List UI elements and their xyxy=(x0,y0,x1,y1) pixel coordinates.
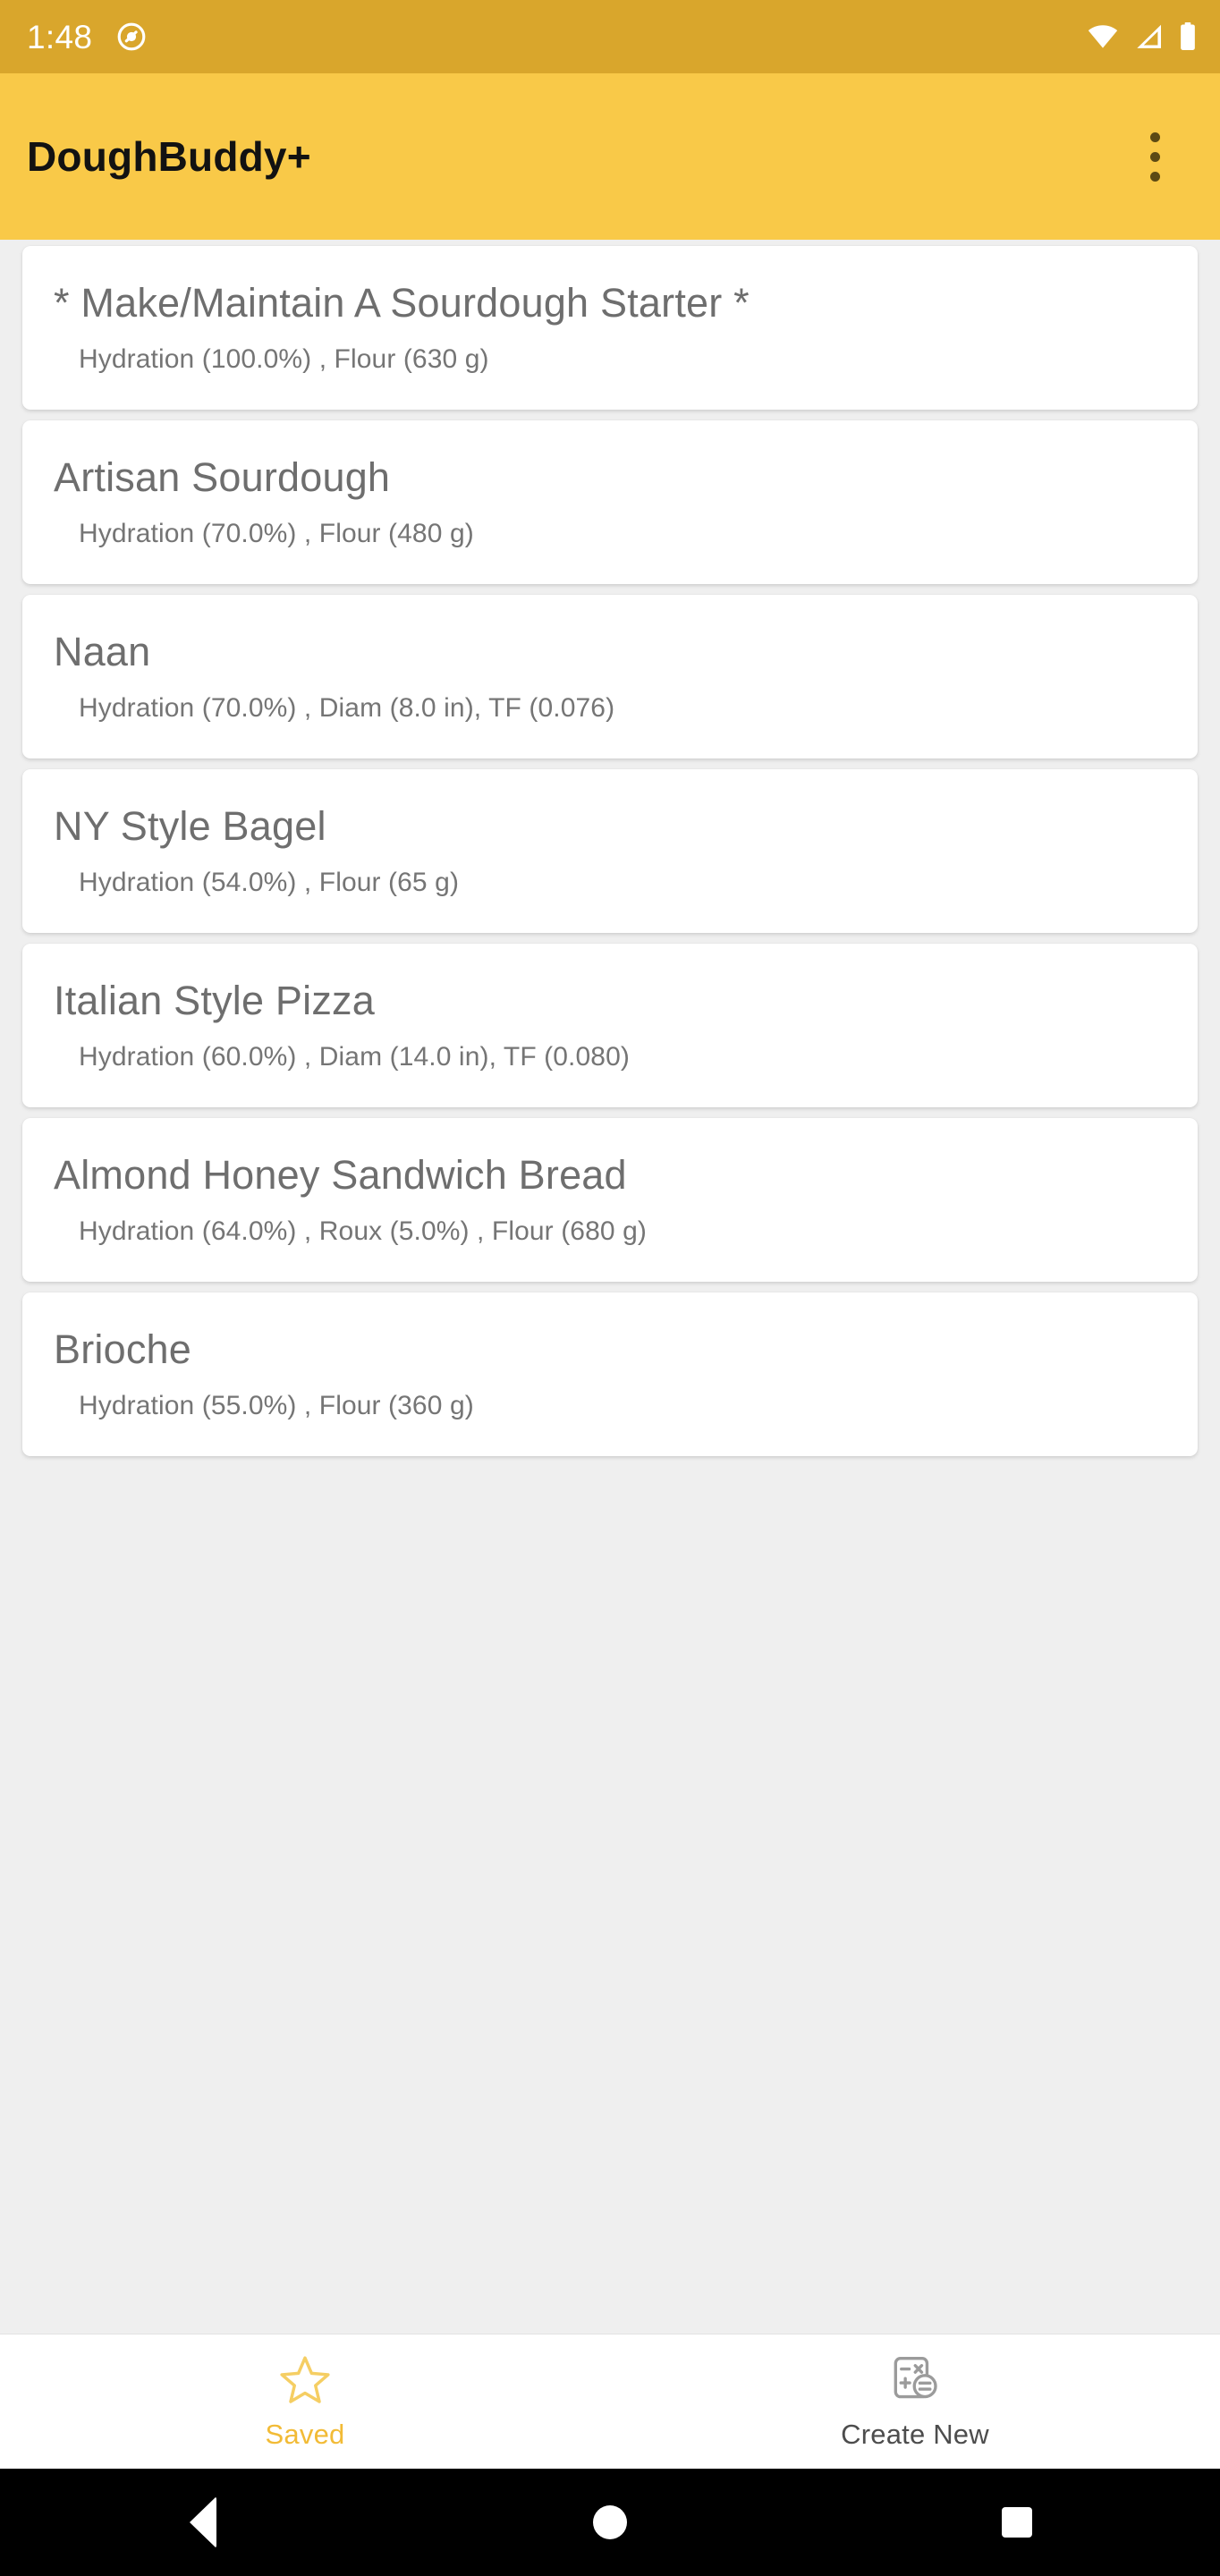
status-bar-clock: 1:48 xyxy=(27,18,93,55)
recipe-card[interactable]: Naan Hydration (70.0%) , Diam (8.0 in), T… xyxy=(22,595,1198,758)
star-outline-icon xyxy=(280,2356,330,2403)
status-bar: 1:48 xyxy=(0,0,1220,73)
recipe-card[interactable]: Almond Honey Sandwich Bread Hydration (64… xyxy=(22,1118,1198,1282)
recipe-card-details: Hydration (54.0%) , Flour (65 g) xyxy=(79,868,460,898)
overflow-menu-button[interactable] xyxy=(1120,122,1190,191)
recipe-card[interactable]: NY Style Bagel Hydration (54.0%) , Flour … xyxy=(22,769,1198,933)
calculator-icon xyxy=(894,2357,937,2399)
status-bar-left: 1:48 xyxy=(27,21,148,54)
recipe-card[interactable]: Brioche Hydration (55.0%) , Flour (360 g) xyxy=(22,1292,1198,1456)
tab-saved-label: Saved xyxy=(265,2419,345,2450)
recipe-card-title: NY Style Bagel xyxy=(54,802,326,849)
recipe-card-title: * Make/Maintain A Sourdough Starter * xyxy=(54,279,750,326)
recipe-card-title: Artisan Sourdough xyxy=(54,453,391,500)
app-root: 1:48 DoughBuddy+ * Make/Maintain A Sourd… xyxy=(0,0,1220,2576)
recipe-card-title: Almond Honey Sandwich Bread xyxy=(54,1151,627,1198)
recipe-card[interactable]: Artisan Sourdough Hydration (70.0%) , Flo… xyxy=(22,420,1198,584)
bottom-navigation: Saved Create New xyxy=(0,2334,1220,2469)
recipe-card-details: Hydration (70.0%) , Diam (8.0 in), TF (0… xyxy=(79,693,615,724)
recipe-card-details: Hydration (55.0%) , Flour (360 g) xyxy=(79,1391,474,1421)
recipe-card-details: Hydration (70.0%) , Flour (480 g) xyxy=(79,519,474,549)
overflow-dot-icon xyxy=(1149,131,1160,142)
tab-create-new[interactable]: Create New xyxy=(610,2334,1220,2469)
recipe-card-details: Hydration (64.0%) , Roux (5.0%) , Flour … xyxy=(79,1216,647,1247)
system-recents-button[interactable] xyxy=(928,2469,1106,2576)
recipe-card-details: Hydration (100.0%) , Flour (630 g) xyxy=(79,344,489,375)
app-bar: DoughBuddy+ xyxy=(0,73,1220,240)
tab-create-new-label: Create New xyxy=(841,2419,989,2450)
page-title: DoughBuddy+ xyxy=(27,133,311,180)
wifi-icon xyxy=(1088,25,1118,48)
overflow-dot-icon xyxy=(1149,151,1160,162)
recipe-card-details: Hydration (60.0%) , Diam (14.0 in), TF (… xyxy=(79,1042,630,1072)
recipe-card-title: Italian Style Pizza xyxy=(54,977,375,1023)
system-navigation-bar xyxy=(0,2469,1220,2576)
tab-saved[interactable]: Saved xyxy=(0,2334,610,2469)
system-home-button[interactable] xyxy=(521,2469,699,2576)
recipe-list[interactable]: * Make/Maintain A Sourdough Starter * Hyd… xyxy=(0,240,1220,2334)
recipe-card[interactable]: Italian Style Pizza Hydration (60.0%) , D… xyxy=(22,944,1198,1107)
recipe-card-title: Brioche xyxy=(54,1326,191,1372)
do-not-disturb-icon xyxy=(117,22,146,51)
recents-square-icon xyxy=(1001,2507,1032,2538)
back-triangle-icon xyxy=(190,2496,217,2548)
system-back-button[interactable] xyxy=(114,2469,292,2576)
home-circle-icon xyxy=(592,2505,627,2539)
status-bar-right xyxy=(1087,22,1197,51)
recipe-card-title: Naan xyxy=(54,628,151,674)
cell-signal-icon xyxy=(1137,24,1161,48)
overflow-dot-icon xyxy=(1149,171,1160,182)
recipe-card[interactable]: * Make/Maintain A Sourdough Starter * Hyd… xyxy=(22,246,1198,410)
battery-icon xyxy=(1181,22,1195,50)
